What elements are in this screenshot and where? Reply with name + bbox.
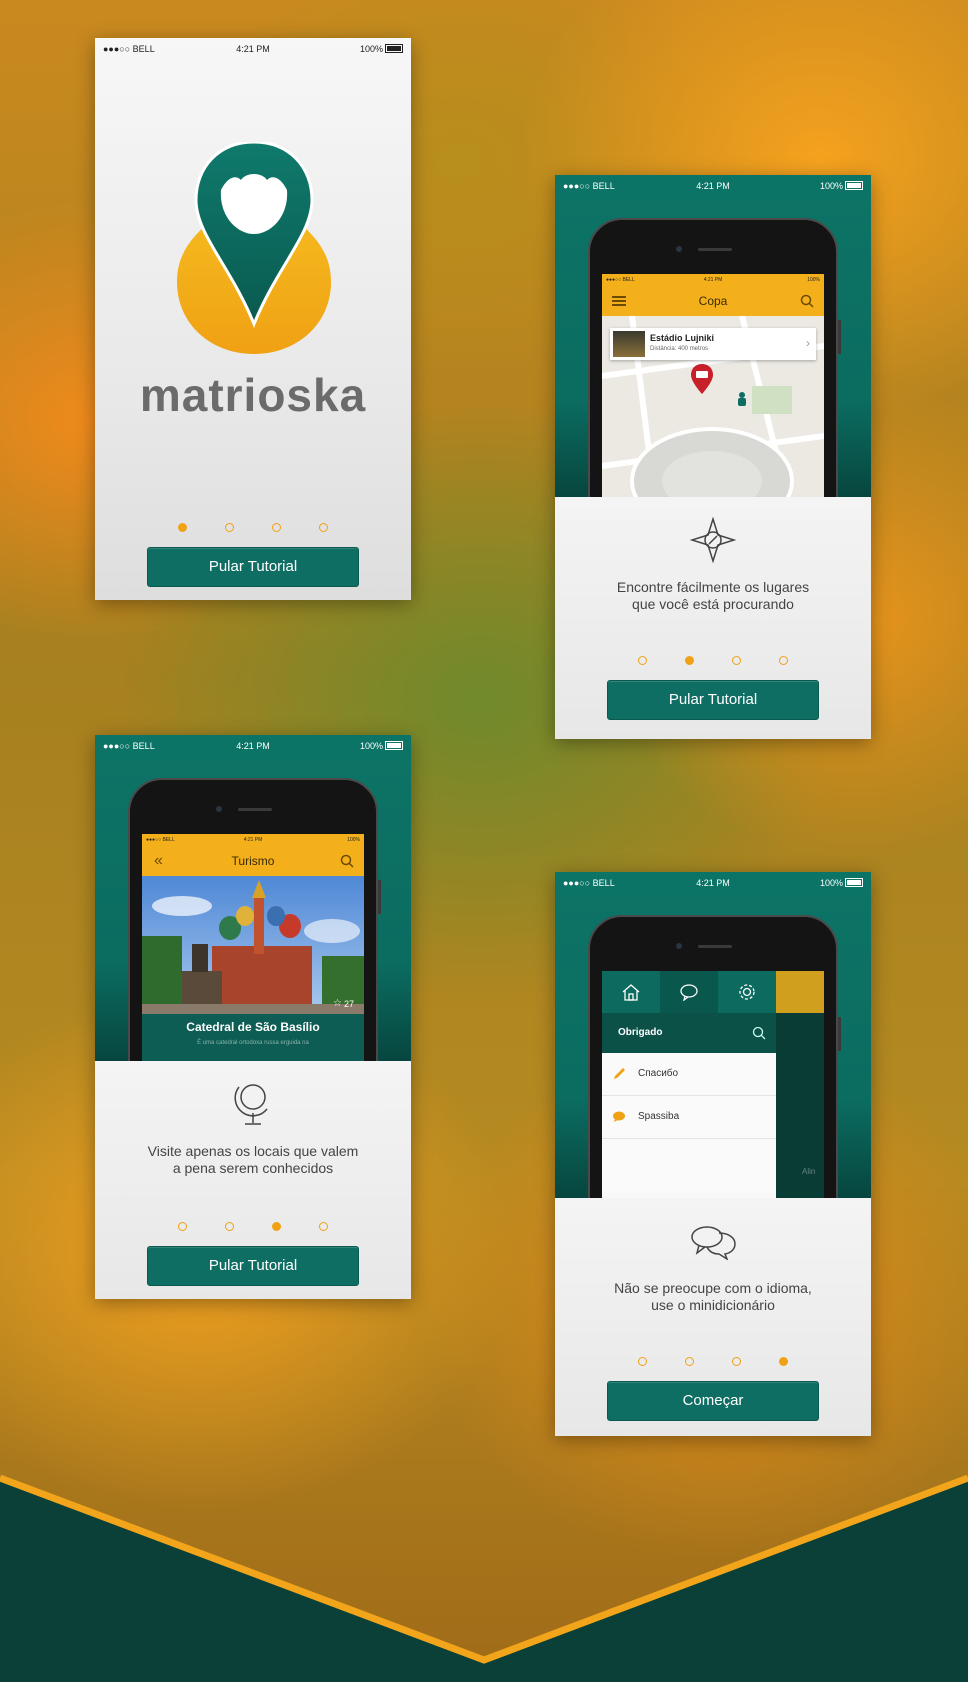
page-dot-4[interactable]	[319, 523, 328, 532]
place-name: Catedral de São Basílio	[186, 1020, 320, 1034]
inner-status-bar: ●●●○○ BELL 4:21 PM 100%	[602, 274, 824, 286]
search-icon[interactable]	[800, 294, 814, 308]
app-title: Copa	[698, 294, 728, 308]
brand-wordmark: matrioska	[139, 369, 367, 421]
start-button[interactable]: Começar	[607, 1381, 819, 1421]
tutorial-card: Não se preocupe com o idioma, use o minid…	[555, 1198, 871, 1436]
battery-indicator: 100%	[820, 181, 863, 191]
skip-tutorial-button[interactable]: Pular Tutorial	[147, 547, 359, 587]
device-preview: ●●●○○ BELL 4:21 PM 100% ●●●○○ BELL 4:21 …	[555, 175, 871, 497]
status-bar: ●●●○○ BELL 4:21 PM 100%	[555, 872, 871, 894]
page-dot-3[interactable]	[272, 1222, 281, 1231]
place-thumbnail	[613, 331, 645, 357]
battery-indicator: 100%	[820, 878, 863, 888]
compass-icon	[690, 517, 736, 563]
peek-text: Alin	[802, 1167, 816, 1176]
page-dot-2[interactable]	[685, 1357, 694, 1366]
page-dot-3[interactable]	[272, 523, 281, 532]
phone-screen: ●●●○○ BELL 4:21 PM 100% Copa Estádio Luj…	[602, 274, 824, 497]
cathedral-photo[interactable]	[142, 876, 364, 1014]
star-icon[interactable]: ☆	[333, 998, 342, 1009]
list-item-label: Spassiba	[638, 1111, 680, 1122]
phone-mockup: ●●●○○ BELL 4:21 PM 100% « Turismo ☆ 27 C…	[128, 778, 381, 1061]
status-bar: ●●●○○ BELL 4:21 PM 100%	[95, 38, 411, 60]
skip-tutorial-button[interactable]: Pular Tutorial	[607, 680, 819, 720]
tab-dictionary[interactable]	[660, 971, 718, 1013]
inner-status-bar: ●●●○○ BELL 4:21 PM 100%	[142, 834, 364, 846]
page-dot-1[interactable]	[178, 1222, 187, 1231]
app-bar: « Turismo	[142, 846, 364, 876]
user-location-icon	[738, 392, 746, 406]
globe-icon	[234, 1084, 268, 1125]
behind-panel: Alin	[776, 971, 824, 1198]
status-bar: ●●●○○ BELL 4:21 PM 100%	[95, 735, 411, 757]
menu-icon[interactable]	[612, 296, 626, 306]
pagination-dots	[555, 1353, 871, 1371]
battery-indicator: 100%	[360, 44, 403, 54]
phone-mockup: ●●●○○ BELL 4:21 PM 100% Copa Estádio Luj…	[588, 218, 841, 497]
tutorial-screen-tourism: ●●●○○ BELL 4:21 PM 100% ●●●○○ BELL 4:21 …	[95, 735, 411, 1299]
page-dot-2[interactable]	[685, 656, 694, 665]
page-dot-4[interactable]	[779, 656, 788, 665]
list-item[interactable]: Спасибо	[602, 1053, 776, 1096]
back-chevron-icon[interactable]: «	[154, 846, 163, 876]
app-bar: Copa	[602, 286, 824, 316]
page-dot-1[interactable]	[638, 1357, 647, 1366]
page-dot-1[interactable]	[638, 656, 647, 665]
pagination-dots	[95, 1218, 411, 1236]
page-dot-4[interactable]	[779, 1357, 788, 1366]
result-list: Спасибо Spassiba	[602, 1053, 776, 1198]
phone-screen: ●●●○○ BELL 4:21 PM 100% « Turismo ☆ 27 C…	[142, 834, 364, 1061]
pencil-icon	[614, 1068, 625, 1079]
device-preview: ●●●○○ BELL 4:21 PM 100% Alin Obrigado Сп…	[555, 872, 871, 1198]
pagination-dots	[555, 652, 871, 670]
pagination-dots	[95, 519, 411, 537]
search-icon[interactable]	[752, 1026, 766, 1040]
search-icon[interactable]	[340, 854, 354, 868]
gear-icon	[739, 984, 755, 1000]
page-dot-4[interactable]	[319, 1222, 328, 1231]
place-snippet: É uma catedral ortodoxa russa erguida na	[197, 1040, 309, 1046]
map-pin-icon[interactable]	[691, 364, 713, 394]
list-item-label: Спасибо	[638, 1068, 679, 1079]
place-distance: Distância: 400 metros	[650, 346, 709, 352]
tutorial-caption: Não se preocupe com o idioma, use o minid…	[614, 1280, 812, 1313]
speech-bubble-icon	[613, 1111, 625, 1122]
chevron-right-icon: ›	[806, 336, 810, 350]
search-title: Obrigado	[618, 1027, 663, 1038]
tab-settings[interactable]	[718, 971, 776, 1013]
place-card[interactable]: Estádio Lujniki Distância: 400 metros ›	[610, 328, 816, 360]
tutorial-screen-dictionary: ●●●○○ BELL 4:21 PM 100% Alin Obrigado Сп…	[555, 872, 871, 1436]
search-header: Obrigado	[602, 1013, 776, 1053]
tutorial-card: Visite apenas os locais que valem a pena …	[95, 1061, 411, 1299]
chat-bubbles-icon	[691, 1226, 736, 1260]
home-icon	[622, 984, 640, 1001]
tutorial-card: Encontre fácilmente os lugares que você e…	[555, 497, 871, 739]
list-item[interactable]: Spassiba	[602, 1096, 776, 1139]
speech-bubble-icon	[680, 984, 698, 1001]
device-preview: ●●●○○ BELL 4:21 PM 100% ●●●○○ BELL 4:21 …	[95, 735, 411, 1061]
app-title: Turismo	[231, 854, 275, 868]
phone-mockup: Alin Obrigado Спасибо Spassiba	[588, 915, 841, 1198]
page-dot-2[interactable]	[225, 1222, 234, 1231]
skip-tutorial-button[interactable]: Pular Tutorial	[147, 1246, 359, 1286]
page-dot-2[interactable]	[225, 523, 234, 532]
page-dot-3[interactable]	[732, 656, 741, 665]
matrioska-logo-icon	[177, 142, 331, 354]
battery-indicator: 100%	[360, 741, 403, 751]
status-bar: ●●●○○ BELL 4:21 PM 100%	[555, 175, 871, 197]
tab-bar	[602, 971, 776, 1013]
page-dot-3[interactable]	[732, 1357, 741, 1366]
likes-count: 27	[343, 999, 354, 1009]
place-name: Estádio Lujniki	[650, 333, 715, 343]
tab-home[interactable]	[602, 971, 660, 1013]
splash-screen: ●●●○○ BELL 4:21 PM 100% matrioska Pular …	[95, 38, 411, 600]
tutorial-screen-map: ●●●○○ BELL 4:21 PM 100% ●●●○○ BELL 4:21 …	[555, 175, 871, 739]
tutorial-caption: Visite apenas os locais que valem a pena …	[147, 1143, 359, 1176]
phone-screen: Alin Obrigado Спасибо Spassiba	[602, 971, 824, 1198]
tutorial-caption: Encontre fácilmente os lugares que você e…	[616, 579, 810, 612]
page-dot-1[interactable]	[178, 523, 187, 532]
